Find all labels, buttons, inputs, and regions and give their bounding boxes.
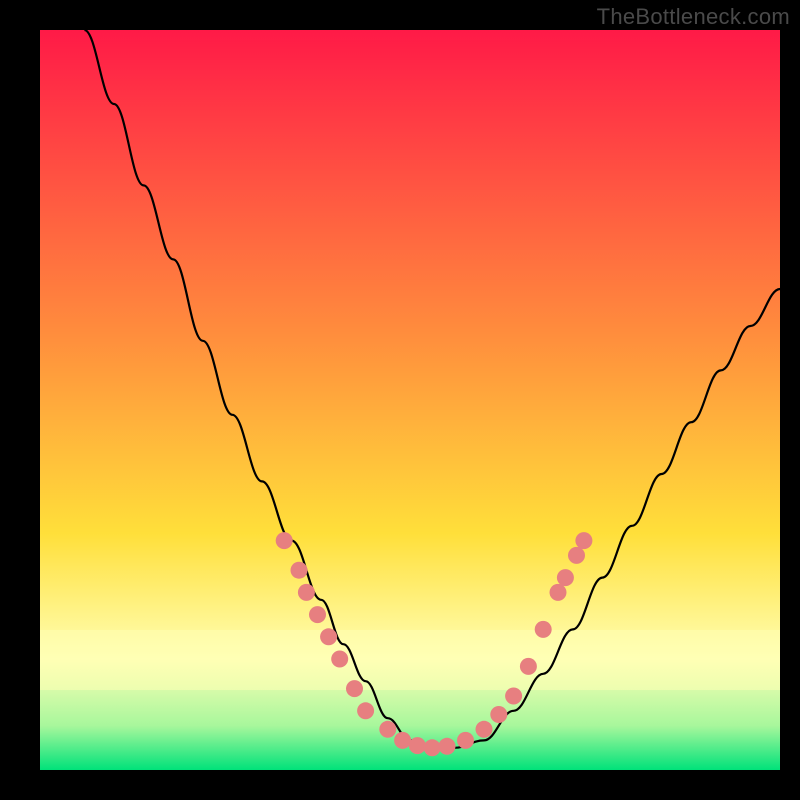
plot-area <box>40 30 780 770</box>
marker-dot <box>298 584 315 601</box>
marker-dot <box>439 738 456 755</box>
watermark-text: TheBottleneck.com <box>597 4 790 30</box>
marker-dot <box>424 739 441 756</box>
marker-dot <box>276 532 293 549</box>
marker-dot <box>409 737 426 754</box>
marker-dot <box>505 688 522 705</box>
marker-dot <box>535 621 552 638</box>
chart-svg <box>40 30 780 770</box>
marker-dot <box>309 606 326 623</box>
marker-dot <box>520 658 537 675</box>
marker-dot <box>490 706 507 723</box>
marker-dot <box>320 628 337 645</box>
marker-dot <box>476 721 493 738</box>
marker-dot <box>457 732 474 749</box>
light-band <box>40 630 780 690</box>
marker-dot <box>346 680 363 697</box>
marker-dot <box>557 569 574 586</box>
marker-dot <box>394 732 411 749</box>
marker-dot <box>379 721 396 738</box>
marker-dot <box>357 702 374 719</box>
chart-frame: TheBottleneck.com <box>0 0 800 800</box>
marker-dot <box>331 651 348 668</box>
marker-dot <box>550 584 567 601</box>
marker-dot <box>291 562 308 579</box>
marker-dot <box>575 532 592 549</box>
marker-dot <box>568 547 585 564</box>
